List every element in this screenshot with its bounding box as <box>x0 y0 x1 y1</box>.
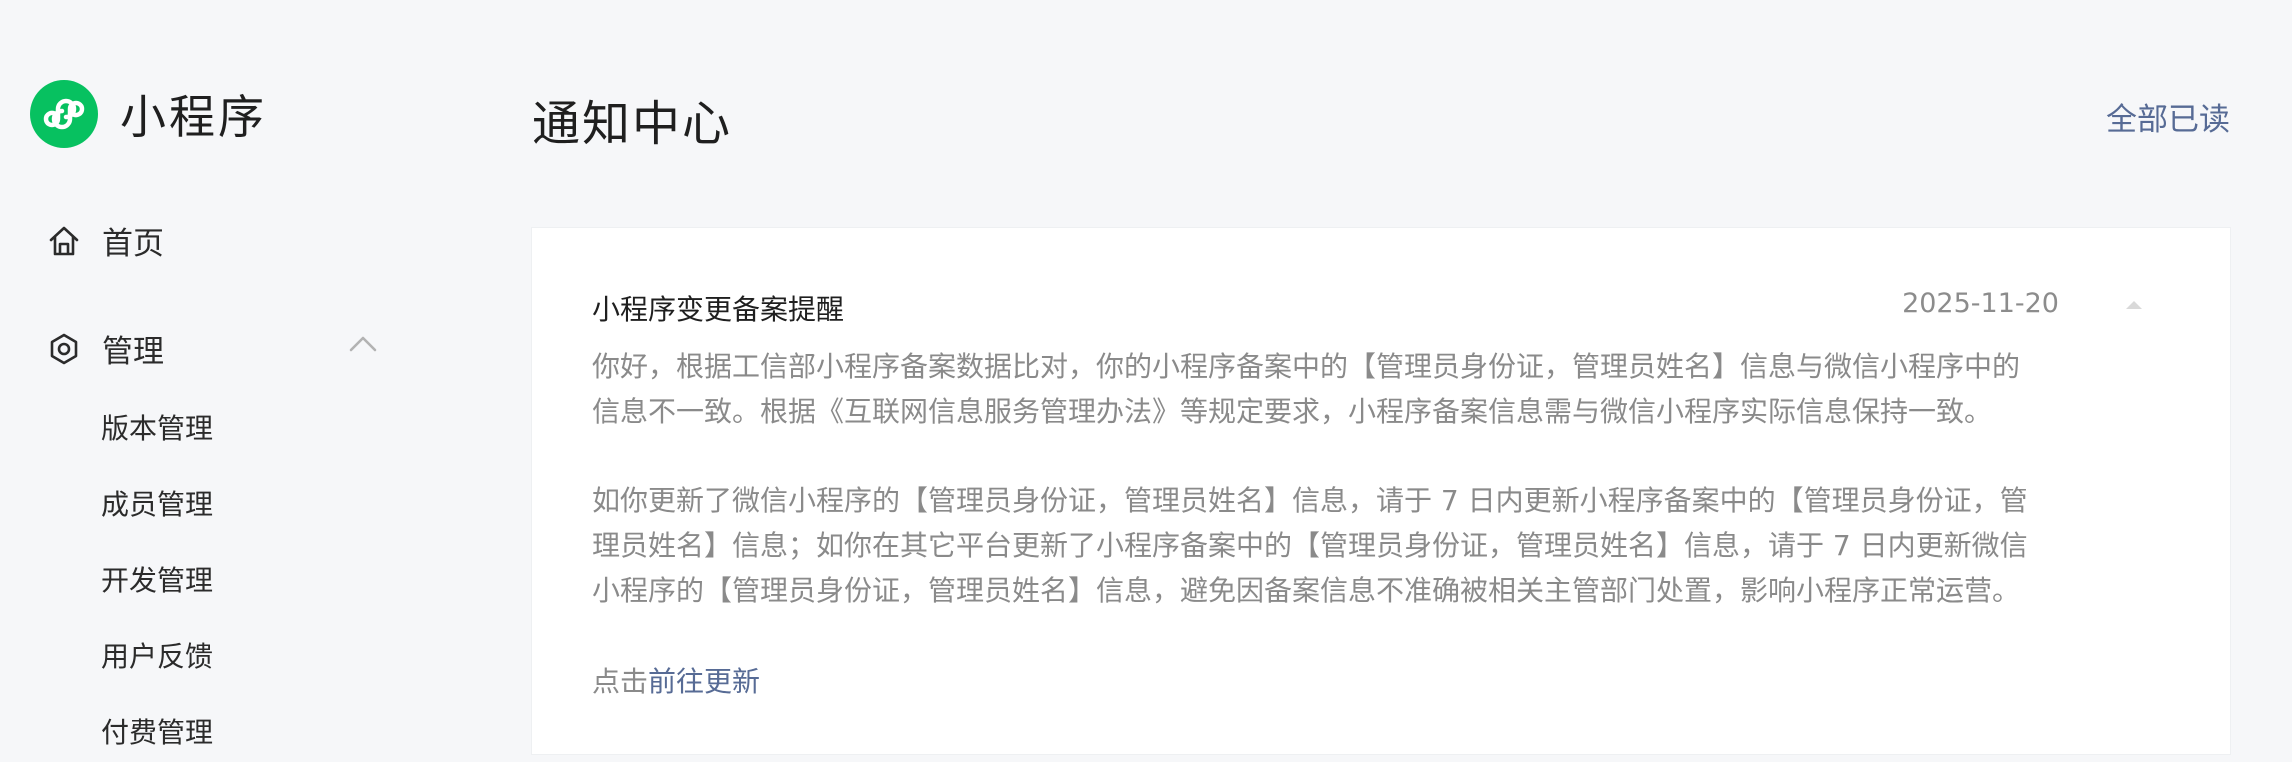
sidebar-item-payment-management[interactable]: 付费管理 <box>101 711 213 751</box>
notification-paragraph: 你好，根据工信部小程序备案数据比对，你的小程序备案中的【管理员身份证，管理员姓名… <box>592 350 2021 428</box>
sidebar-item-user-feedback[interactable]: 用户反馈 <box>101 635 213 675</box>
sidebar-item-manage[interactable]: 管理 <box>46 326 164 371</box>
notification-date: 2025-11-20 <box>1902 288 2059 319</box>
notification-body: 你好，根据工信部小程序备案数据比对，你的小程序备案中的【管理员身份证，管理员姓名… <box>592 344 2042 613</box>
sidebar-item-label: 首页 <box>102 226 164 262</box>
update-prompt-prefix: 点击 <box>592 665 649 698</box>
notification-title: 小程序变更备案提醒 <box>592 293 845 326</box>
sidebar-item-home[interactable]: 首页 <box>46 218 164 263</box>
hexagon-settings-icon <box>46 331 82 367</box>
notification-card: 小程序变更备案提醒 2025-11-20 你好，根据工信部小程序备案数据比对，你… <box>532 228 2230 754</box>
chevron-up-icon[interactable] <box>348 332 378 356</box>
brand[interactable]: 小程序 <box>30 80 267 148</box>
mini-program-logo-icon <box>30 80 98 148</box>
go-update-link[interactable]: 前往更新 <box>648 665 760 698</box>
notification-paragraph: 如你更新了微信小程序的【管理员身份证，管理员姓名】信息，请于 7 日内更新小程序… <box>592 484 2028 607</box>
update-prompt: 点击前往更新 <box>592 660 760 700</box>
page-title: 通知中心 <box>532 96 733 152</box>
sidebar-item-member-management[interactable]: 成员管理 <box>101 483 213 523</box>
collapse-caret-icon[interactable] <box>2126 294 2142 309</box>
brand-title: 小程序 <box>120 90 267 144</box>
sidebar-item-label: 管理 <box>102 334 164 370</box>
sidebar-item-dev-management[interactable]: 开发管理 <box>101 559 213 599</box>
home-icon <box>46 223 82 259</box>
sidebar: 小程序 首页 管理 版本管理 成员管理 开发管理 用户反馈 付费管理 <box>0 0 470 762</box>
sidebar-item-version-management[interactable]: 版本管理 <box>101 407 213 447</box>
mark-all-read-link[interactable]: 全部已读 <box>2106 94 2230 139</box>
